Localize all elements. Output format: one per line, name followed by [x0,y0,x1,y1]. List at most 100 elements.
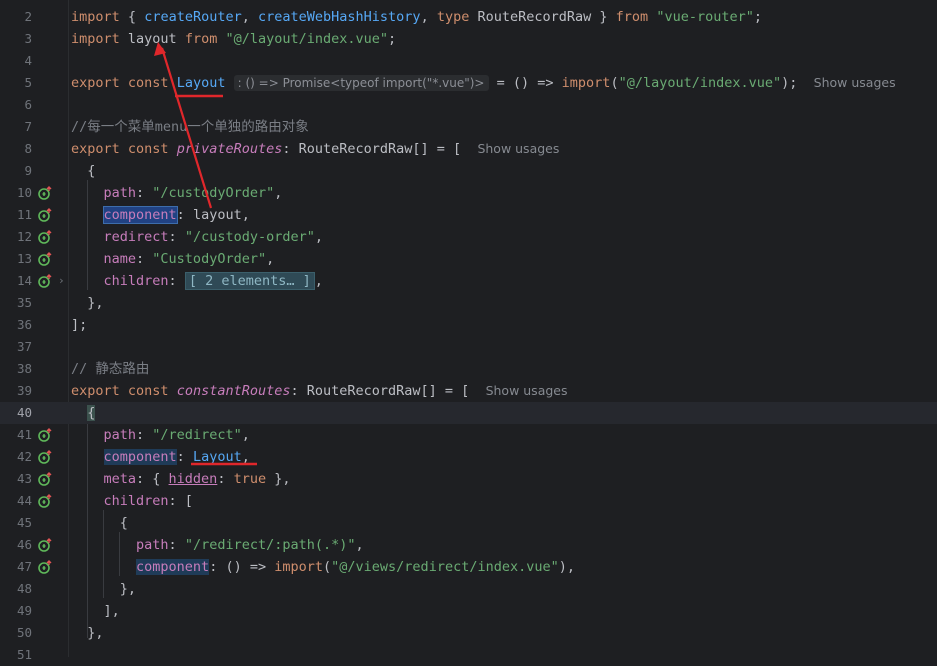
code-line[interactable]: 13 name: "CustodyOrder", [0,248,937,270]
code-token: }, [71,625,104,641]
code-line[interactable]: 8 export const privateRoutes: RouteRecord… [0,138,937,160]
code-text: path: "/custodyOrder", [103,185,283,201]
code-token: : [136,251,153,267]
code-token: import [274,559,324,575]
line-number: 43 [16,471,32,486]
component-key-highlighted: component [103,449,177,465]
line-number: 46 [16,537,32,552]
code-line[interactable]: 35 }, [0,292,937,314]
line-number: 36 [16,317,32,332]
code-line[interactable]: 36]; [0,314,937,336]
code-token: { [71,163,96,179]
code-text: import layout from "@/layout/index.vue"; [71,28,396,50]
line-number: 11 [16,207,32,222]
implemented-property-icon[interactable] [38,538,52,552]
code-token: "@/layout/index.vue" [618,75,782,91]
fold-chevron-icon[interactable]: › [58,270,65,292]
line-number: 49 [16,603,32,618]
code-line[interactable]: 39 export const constantRoutes: RouteReco… [0,380,937,402]
show-usages-link[interactable]: Show usages [814,75,896,90]
code-line[interactable]: 48 }, [0,578,937,600]
code-line[interactable]: 38 // 静态路由 [0,358,937,380]
code-line[interactable]: 4 [0,50,937,72]
code-token: , [266,251,275,267]
code-text: }, [71,578,136,600]
code-line[interactable]: 51 [0,644,937,666]
code-token: name [103,251,137,267]
line-number: 38 [16,361,32,376]
implemented-property-icon[interactable] [38,208,52,222]
code-token: path [103,427,137,443]
property-name: children [103,273,169,289]
code-editor[interactable]: 2 import { createRouter, createWebHashHis… [0,0,937,662]
code-token: // 静态路由 [71,361,150,377]
line-number: 10 [16,185,32,200]
folded-region[interactable]: [ 2 elements… ] [184,272,315,290]
line-number: 9 [24,163,32,178]
code-line[interactable]: 14 › children: [ 2 elements… ], [0,270,937,292]
property-name: path [103,185,137,201]
code-line[interactable]: 44 children: [ [0,490,937,512]
code-text: ], [71,600,120,622]
string-value: "@/views/redirect/index.vue" [331,559,559,575]
code-token: constantRoutes [176,383,291,399]
line-number: 12 [16,229,32,244]
code-token: from [184,31,218,47]
code-line[interactable]: 45 { [0,512,937,534]
code-token: export const [71,383,169,399]
code-token: "@/layout/index.vue" [225,31,389,47]
code-token: , [241,427,250,443]
line-number: 39 [16,383,32,398]
implemented-property-icon[interactable] [38,186,52,200]
layout-reference: layout [192,207,242,223]
implemented-property-icon[interactable] [38,274,52,288]
implemented-property-icon[interactable] [38,252,52,266]
implemented-property-icon[interactable] [38,230,52,244]
code-text: component: layout, [102,206,250,224]
code-line[interactable]: 9 { [0,160,937,182]
code-line[interactable]: 11 component: layout, [0,204,937,226]
code-text: name: "CustodyOrder", [71,248,275,270]
code-line[interactable]: 40 { [0,402,937,424]
code-line[interactable]: 2 import { createRouter, createWebHashHis… [0,6,937,28]
code-token: : [168,537,185,553]
code-line[interactable]: 42 component: Layout, [0,446,937,468]
code-token: () => [225,559,275,575]
code-token: "CustodyOrder" [152,251,267,267]
code-line[interactable]: 3 import layout from "@/layout/index.vue"… [0,28,937,50]
line-number: 42 [16,449,32,464]
code-line[interactable]: 5 export const Layout : () => Promise<typ… [0,72,937,94]
code-token: { [127,9,145,25]
show-usages-link[interactable]: Show usages [477,141,559,156]
show-usages-link[interactable]: Show usages [486,383,568,398]
code-line[interactable]: 37 [0,336,937,358]
code-token: }, [71,295,104,311]
implemented-property-icon[interactable] [38,472,52,486]
code-text: redirect: "/custody-order", [71,226,323,248]
layout-reference: Layout [192,449,242,465]
implemented-property-icon[interactable] [38,494,52,508]
code-line[interactable]: 12 redirect: "/custody-order", [0,226,937,248]
code-line[interactable]: 49 ], [0,600,937,622]
code-line[interactable]: 41 path: "/redirect", [0,424,937,446]
implemented-property-icon[interactable] [38,428,52,442]
code-line[interactable]: 47 component: () => import("@/views/redi… [0,556,937,578]
code-line[interactable]: 46 path: "/redirect/:path(.*)", [0,534,937,556]
implemented-property-icon[interactable] [38,450,52,464]
code-line[interactable]: 43 meta: { hidden: true }, [0,468,937,490]
implemented-property-icon[interactable] [38,560,52,574]
code-token: : RouteRecordRaw[] = [ [290,383,486,399]
layout-const-name: Layout [176,75,226,91]
code-text: export const privateRoutes: RouteRecordR… [71,138,559,160]
code-token: , [314,229,323,245]
code-line[interactable]: 7 //每一个菜单menu一个单独的路由对象 [0,116,937,138]
code-line[interactable]: 6 [0,94,937,116]
code-token: : [ [168,493,193,509]
code-token: import [71,9,120,25]
code-token: //每一个菜单menu一个单独的路由对象 [71,119,309,135]
code-token: children [103,493,169,509]
code-line[interactable]: 50 }, [0,622,937,644]
code-token: createWebHashHistory [258,9,421,25]
code-line[interactable]: 10 path: "/custodyOrder", [0,182,937,204]
